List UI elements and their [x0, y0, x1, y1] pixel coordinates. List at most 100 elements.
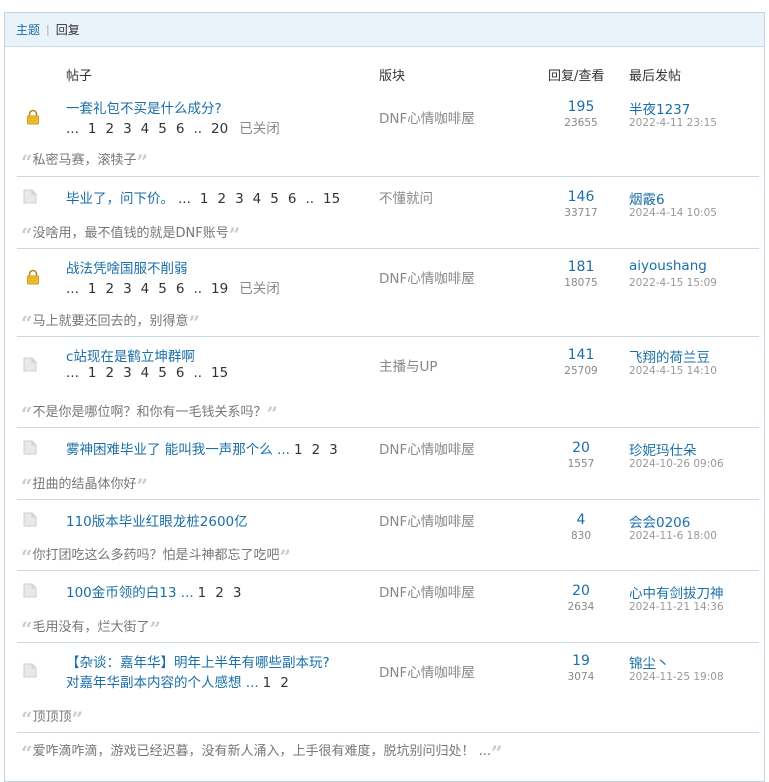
reply-count: 20	[572, 440, 590, 456]
quote-open-icon: “	[21, 150, 33, 174]
thread-title[interactable]: 毕业了，问下价。... 1 2 3 4 5 6.. 15	[66, 187, 349, 207]
page-link-15[interactable]: 15	[211, 365, 228, 381]
tab-topic[interactable]: 主题	[16, 21, 40, 38]
page-link-2[interactable]: 2	[105, 365, 114, 381]
board-link[interactable]: 主播与UP	[379, 355, 438, 375]
page-link-4[interactable]: 4	[253, 191, 262, 207]
last-poster[interactable]: 烟霰6	[629, 188, 665, 208]
thread-title-text[interactable]: 毕业了，问下价。	[66, 191, 174, 207]
last-post-date[interactable]: 2022-4-15 15:09	[629, 277, 717, 289]
last-post-date[interactable]: 2024-11-21 14:36	[629, 601, 724, 613]
page-link-15[interactable]: 15	[323, 191, 340, 207]
page-link-1[interactable]: 1	[263, 675, 272, 691]
thread-row: 雾神困难毕业了 能叫我一声那个么 ... 1 2 3 DNF心情咖啡屋 20 1557 珍妮玛…	[17, 427, 759, 499]
board-link[interactable]: DNF心情咖啡屋	[379, 661, 475, 681]
last-post-date[interactable]: 2024-4-15 14:10	[629, 365, 717, 377]
page-link-5[interactable]: 5	[158, 365, 167, 381]
page-link-3[interactable]: 3	[123, 121, 132, 137]
thread-title-text[interactable]: 战法凭啥国服不削弱	[66, 261, 188, 277]
last-poster[interactable]: 锦尘丶	[629, 652, 670, 672]
thread-title[interactable]: 【杂谈：嘉年华】明年上半年有哪些副本玩?	[66, 651, 330, 671]
board-link[interactable]: DNF心情咖啡屋	[379, 267, 475, 287]
page-link-5[interactable]: 5	[270, 191, 279, 207]
thread-title[interactable]: 战法凭啥国服不削弱	[66, 257, 188, 277]
last-poster[interactable]: 半夜1237	[629, 98, 690, 118]
thread-title-text[interactable]: 100金币领的白13 ...	[66, 585, 194, 601]
page-ellipsis: ..	[193, 121, 203, 137]
thread-title-text[interactable]: 对嘉年华副本内容的个人感想 ...	[66, 675, 259, 691]
board-link[interactable]: DNF心情咖啡屋	[379, 438, 475, 458]
tab-separator: |	[46, 23, 50, 36]
reply-quote: “你打团吃这么多药吗？怕是斗神都忘了吃吧”	[21, 544, 291, 569]
last-poster[interactable]: aiyoushang	[629, 258, 707, 274]
page-link-2[interactable]: 2	[105, 121, 114, 137]
reply-quote: “扭曲的结晶体你好”	[21, 473, 148, 498]
page-links: 12	[263, 675, 298, 691]
page-link-1[interactable]: 1	[294, 442, 303, 458]
last-poster[interactable]: 会会0206	[629, 511, 690, 531]
last-post-date[interactable]: 2024-4-14 10:05	[629, 207, 717, 219]
thread-title-text[interactable]: 【杂谈：嘉年华】明年上半年有哪些副本玩?	[66, 655, 330, 671]
last-poster[interactable]: 飞翔的荷兰豆	[629, 346, 710, 366]
page-link-3[interactable]: 3	[329, 442, 338, 458]
page-link-2[interactable]: 2	[215, 585, 224, 601]
last-poster[interactable]: 心中有剑拔刀神	[629, 582, 724, 602]
page-link-6[interactable]: 6	[176, 121, 185, 137]
thread-title-line2[interactable]: 对嘉年华副本内容的个人感想 ... 1 2	[66, 671, 298, 691]
page-link-4[interactable]: 4	[141, 121, 150, 137]
thread-title[interactable]: 一套礼包不买是什么成分?	[66, 97, 222, 117]
page-link-19[interactable]: 19	[211, 281, 228, 297]
thread-row: 一套礼包不买是什么成分?... 1 2 3 4 5 6.. 20 已关闭 DNF心情咖啡屋 195 2…	[17, 95, 759, 176]
page-link-4[interactable]: 4	[141, 281, 150, 297]
quote-close-icon: ”	[228, 223, 241, 247]
page-link-2[interactable]: 2	[105, 281, 114, 297]
last-post-date[interactable]: 2022-4-11 23:15	[629, 117, 717, 129]
view-count: 2634	[567, 601, 595, 613]
thread-title[interactable]: 100金币领的白13 ... 1 2 3	[66, 581, 250, 601]
quote-open-icon: “	[21, 474, 33, 498]
page-link-5[interactable]: 5	[158, 281, 167, 297]
page-link-6[interactable]: 6	[176, 365, 185, 381]
board-link[interactable]: DNF心情咖啡屋	[379, 581, 475, 601]
tab-reply[interactable]: 回复	[56, 21, 80, 38]
page-link-3[interactable]: 3	[123, 281, 132, 297]
page-link-1[interactable]: 1	[88, 281, 97, 297]
quote-open-icon: “	[21, 402, 33, 426]
page-link-1[interactable]: 1	[200, 191, 209, 207]
page-link-1[interactable]: 1	[198, 585, 207, 601]
page-link-3[interactable]: 3	[235, 191, 244, 207]
thread-icon	[23, 440, 37, 455]
thread-title[interactable]: 雾神困难毕业了 能叫我一声那个么 ... 1 2 3	[66, 438, 347, 458]
page-link-6[interactable]: 6	[176, 281, 185, 297]
board-link[interactable]: 不懂就问	[379, 187, 433, 207]
board-link[interactable]: DNF心情咖啡屋	[379, 510, 475, 530]
thread-title-text[interactable]: 雾神困难毕业了 能叫我一声那个么 ...	[66, 442, 290, 458]
thread-title-text[interactable]: 一套礼包不买是什么成分?	[66, 101, 222, 117]
page-links: ... 1 2 3 4 5 6.. 20 已关闭	[66, 117, 280, 137]
quote-text: 扭曲的结晶体你好	[32, 477, 137, 492]
last-post-date[interactable]: 2024-11-25 19:08	[629, 671, 724, 683]
page-link-1[interactable]: 1	[88, 365, 97, 381]
thread-title[interactable]: c站现在是鹤立坤群啊	[66, 345, 195, 365]
page-links: 123	[198, 585, 251, 601]
page-link-3[interactable]: 3	[233, 585, 242, 601]
page-link-1[interactable]: 1	[88, 121, 97, 137]
page-link-2[interactable]: 2	[312, 442, 321, 458]
page-link-4[interactable]: 4	[141, 365, 150, 381]
page-link-3[interactable]: 3	[123, 365, 132, 381]
thread-title-text[interactable]: c站现在是鹤立坤群啊	[66, 349, 195, 365]
page-link-5[interactable]: 5	[158, 121, 167, 137]
quote-open-icon: “	[21, 223, 33, 247]
board-link[interactable]: DNF心情咖啡屋	[379, 107, 475, 127]
thread-title-text[interactable]: 110版本毕业红眼龙桩2600亿	[66, 514, 248, 530]
thread-title[interactable]: 110版本毕业红眼龙桩2600亿	[66, 510, 248, 530]
reply-quote: “不是你是哪位啊？和你有一毛钱关系吗？”	[21, 401, 278, 426]
page-link-2[interactable]: 2	[217, 191, 226, 207]
reply-quote: “毛用没有，烂大街了”	[21, 616, 161, 641]
page-link-2[interactable]: 2	[280, 675, 289, 691]
last-poster[interactable]: 珍妮玛仕朵	[629, 439, 697, 459]
page-link-20[interactable]: 20	[211, 121, 228, 137]
page-link-6[interactable]: 6	[288, 191, 297, 207]
last-post-date[interactable]: 2024-11-6 18:00	[629, 530, 717, 542]
last-post-date[interactable]: 2024-10-26 09:06	[629, 458, 724, 470]
